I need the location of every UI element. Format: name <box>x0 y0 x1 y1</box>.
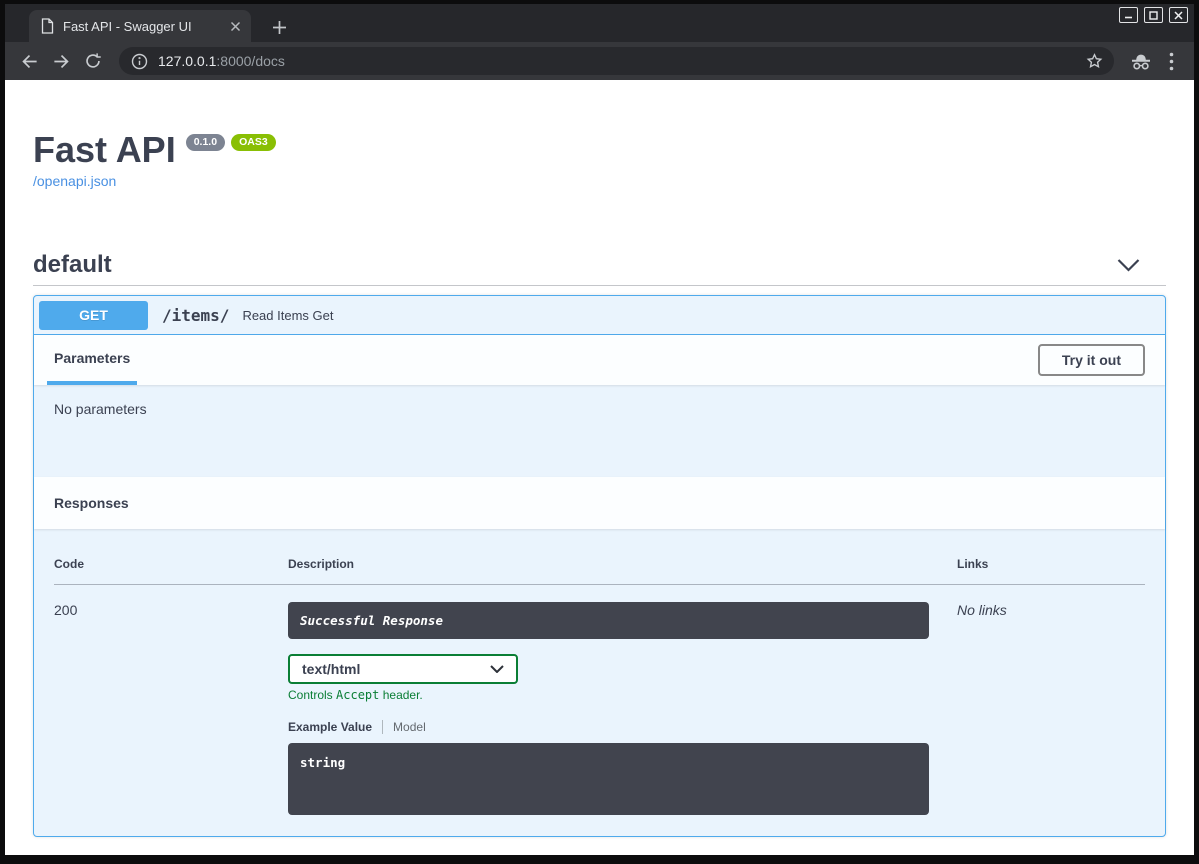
new-tab-button[interactable] <box>267 15 291 39</box>
parameters-section-header: Parameters Try it out <box>34 335 1165 385</box>
response-description-text: Successful Response <box>300 613 443 628</box>
tab-model[interactable]: Model <box>393 720 426 734</box>
url-path: :8000/docs <box>216 53 285 69</box>
browser-menu-button[interactable] <box>1158 47 1184 75</box>
model-example-tabs: Example Value Model <box>288 720 957 734</box>
browser-tab[interactable]: Fast API - Swagger UI <box>29 10 251 42</box>
api-title: Fast API 0.1.0 OAS3 <box>33 130 1166 170</box>
tag-name: default <box>33 251 112 279</box>
parameters-body: No parameters <box>34 385 1165 477</box>
tab-close-icon[interactable] <box>230 21 241 32</box>
chevron-down-icon <box>490 665 504 673</box>
oas3-badge: OAS3 <box>231 134 276 151</box>
responses-table: Code Description Links 200 Successful Re <box>54 549 1145 815</box>
example-value-box: string <box>288 743 929 815</box>
tab-example-value[interactable]: Example Value <box>288 720 372 734</box>
browser-window: Fast API - Swagger UI <box>5 4 1194 855</box>
tab-bar: Fast API - Swagger UI <box>5 4 1194 42</box>
try-it-out-button[interactable]: Try it out <box>1038 344 1145 376</box>
get-method-badge: GET <box>39 301 148 330</box>
responses-section-header: Responses <box>34 477 1165 529</box>
minimize-button[interactable] <box>1119 7 1138 23</box>
chevron-down-icon[interactable] <box>1117 259 1140 272</box>
api-title-text: Fast API <box>33 130 176 170</box>
response-row-200: 200 Successful Response text/html <box>54 585 1145 816</box>
url-host: 127.0.0.1 <box>158 53 216 69</box>
back-button[interactable] <box>15 47 43 75</box>
response-code: 200 <box>54 585 288 816</box>
response-description-cell: Successful Response text/html Controls A <box>288 585 957 816</box>
operation-summary[interactable]: GET /items/ Read Items Get <box>34 296 1165 335</box>
media-type-select[interactable]: text/html <box>288 654 518 684</box>
browser-toolbar: 127.0.0.1:8000/docs <box>5 42 1194 80</box>
forward-button[interactable] <box>47 47 75 75</box>
tag-divider <box>33 285 1166 286</box>
version-badge: 0.1.0 <box>186 134 225 151</box>
column-code: Code <box>54 549 288 585</box>
window-controls <box>1119 7 1188 23</box>
responses-title: Responses <box>54 495 129 511</box>
operation-description: Read Items Get <box>242 308 333 323</box>
parameters-tab-label: Parameters <box>54 350 130 366</box>
address-bar[interactable]: 127.0.0.1:8000/docs <box>119 47 1114 75</box>
response-description-box: Successful Response <box>288 602 929 639</box>
reload-button[interactable] <box>79 47 107 75</box>
url-text: 127.0.0.1:8000/docs <box>158 53 1075 69</box>
tab-separator <box>382 720 383 734</box>
no-parameters-text: No parameters <box>54 401 147 417</box>
maximize-button[interactable] <box>1144 7 1163 23</box>
media-type-value: text/html <box>302 661 360 677</box>
responses-inner: Code Description Links 200 Successful Re <box>34 529 1165 836</box>
accept-header-code: Accept <box>336 688 379 702</box>
openapi-spec-link[interactable]: /openapi.json <box>33 173 116 189</box>
document-icon <box>41 18 54 34</box>
tab-title: Fast API - Swagger UI <box>63 19 221 34</box>
info-icon[interactable] <box>131 53 148 70</box>
api-badges: 0.1.0 OAS3 <box>186 134 276 151</box>
operation-path: /items/ <box>162 306 229 325</box>
column-links: Links <box>957 549 1145 585</box>
tab-parameters[interactable]: Parameters <box>47 335 137 385</box>
column-description: Description <box>288 549 957 585</box>
responses-table-header-row: Code Description Links <box>54 549 1145 585</box>
incognito-icon <box>1128 47 1154 75</box>
no-links-text: No links <box>957 602 1007 618</box>
accept-header-hint: Controls Accept header. <box>288 688 957 702</box>
tag-section-header[interactable]: default <box>33 251 1166 279</box>
operation-block: GET /items/ Read Items Get Parameters Tr… <box>33 295 1166 837</box>
response-links-cell: No links <box>957 585 1145 816</box>
swagger-page: Fast API 0.1.0 OAS3 /openapi.json defaul… <box>5 80 1194 855</box>
bookmark-star-icon[interactable] <box>1085 52 1104 71</box>
close-button[interactable] <box>1169 7 1188 23</box>
example-value-text: string <box>300 755 345 770</box>
